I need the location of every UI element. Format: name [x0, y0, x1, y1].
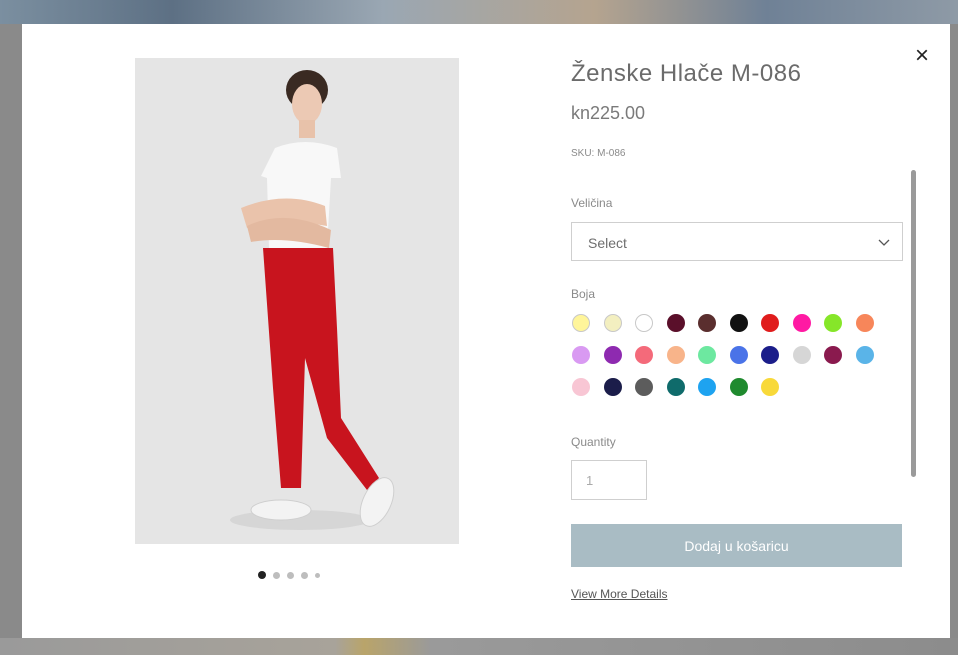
add-to-cart-button[interactable]: Dodaj u košaricu: [571, 524, 902, 567]
close-button[interactable]: ×: [908, 42, 936, 70]
backdrop-top: [0, 0, 958, 24]
color-swatch[interactable]: [792, 346, 811, 364]
quantity-input[interactable]: [584, 461, 648, 499]
close-icon: ×: [914, 42, 929, 69]
color-swatch[interactable]: [603, 314, 622, 332]
size-select[interactable]: Select: [571, 222, 903, 261]
quantity-label: Quantity: [571, 435, 616, 449]
color-swatch[interactable]: [761, 378, 779, 396]
carousel-dots: [258, 569, 320, 581]
color-swatch[interactable]: [698, 346, 716, 364]
color-swatch[interactable]: [824, 314, 842, 332]
color-swatch[interactable]: [855, 314, 874, 332]
size-label: Veličina: [571, 196, 613, 210]
carousel-dot[interactable]: [273, 571, 280, 579]
carousel-dot[interactable]: [301, 571, 308, 579]
color-swatch[interactable]: [666, 378, 685, 396]
color-swatch[interactable]: [792, 314, 811, 332]
color-swatch[interactable]: [761, 314, 779, 332]
product-title: Ženske Hlače M-086: [571, 60, 802, 87]
color-swatch[interactable]: [666, 314, 685, 332]
color-swatch[interactable]: [698, 378, 716, 396]
view-more-details-link[interactable]: View More Details: [571, 587, 667, 601]
product-image[interactable]: [135, 58, 459, 544]
size-select-value: Select: [588, 235, 627, 251]
carousel-dot[interactable]: [287, 571, 294, 579]
chevron-down-icon: [878, 239, 890, 246]
quantity-field[interactable]: [571, 460, 648, 500]
color-swatch[interactable]: [635, 346, 653, 364]
color-swatch[interactable]: [761, 346, 779, 364]
product-price: kn225.00: [571, 103, 646, 123]
color-label: Boja: [571, 287, 596, 301]
color-swatch[interactable]: [824, 346, 842, 364]
color-swatch[interactable]: [698, 314, 716, 332]
color-swatch[interactable]: [635, 378, 653, 396]
color-swatch[interactable]: [666, 346, 685, 364]
backdrop-bottom: [0, 638, 958, 655]
color-swatch[interactable]: [572, 346, 590, 364]
color-swatch[interactable]: [855, 346, 874, 364]
color-swatch[interactable]: [635, 314, 653, 332]
color-swatch[interactable]: [729, 346, 748, 364]
carousel-dot[interactable]: [258, 571, 266, 579]
color-swatch[interactable]: [603, 378, 622, 396]
product-photo: [135, 58, 459, 544]
color-swatch[interactable]: [572, 378, 590, 396]
product-sku: SKU: M-086: [571, 148, 626, 159]
carousel-dot[interactable]: [315, 572, 320, 578]
color-swatch[interactable]: [603, 346, 622, 364]
scrollbar[interactable]: [911, 170, 916, 477]
color-swatch[interactable]: [572, 314, 590, 332]
color-swatch[interactable]: [729, 314, 748, 332]
color-swatch[interactable]: [729, 378, 748, 396]
